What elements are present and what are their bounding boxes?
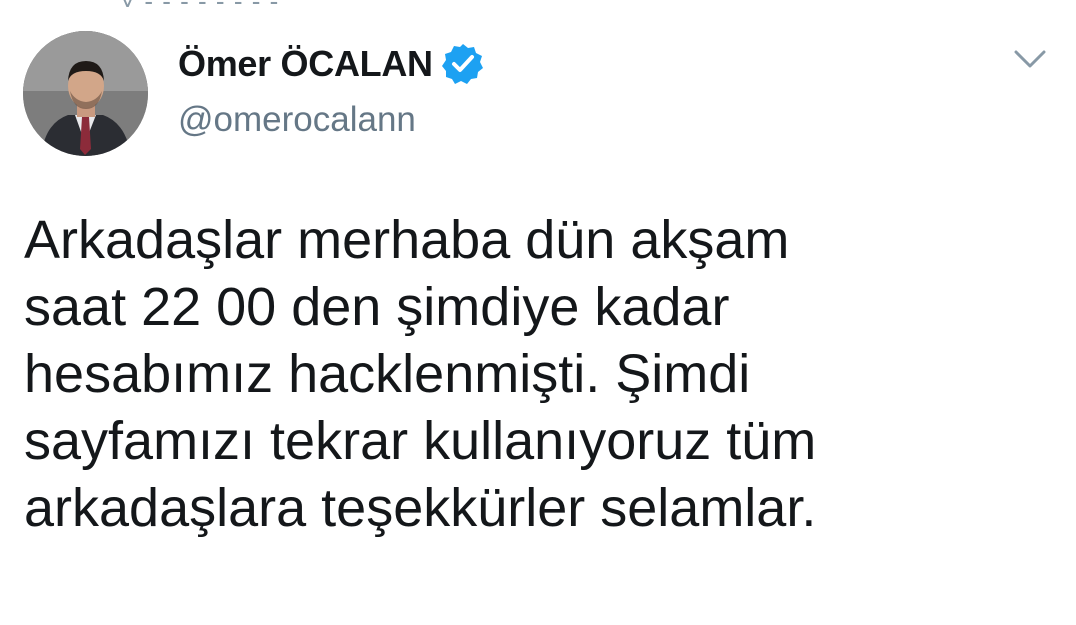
author-display-name[interactable]: Ömer ÖCALAN: [178, 43, 433, 85]
verified-badge-icon: [441, 42, 485, 86]
author-handle[interactable]: @omerocalann: [178, 100, 416, 140]
author-name-row[interactable]: Ömer ÖCALAN: [178, 42, 485, 86]
chevron-down-icon[interactable]: [1010, 44, 1050, 74]
avatar[interactable]: [23, 31, 148, 156]
tweet-text: Arkadaşlar merhaba dün akşam saat 22 00 …: [24, 210, 817, 538]
avatar-photo: [23, 31, 148, 156]
truncated-top-line: ˅ ‐ ‐ ‐ ‐ ‐ ‐ ‐ ‐: [120, 0, 280, 16]
